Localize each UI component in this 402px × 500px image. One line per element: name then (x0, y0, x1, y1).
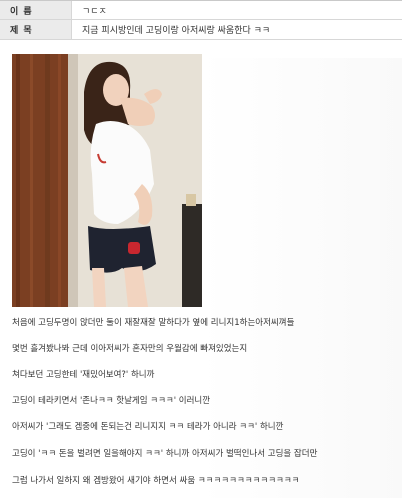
post-photo (12, 54, 202, 307)
post-header: 이 름 ㄱㄷㅈ 제 목 지금 피시방인데 고딩이랑 아저씨랑 싸움한다 ㅋㅋ (0, 0, 402, 40)
subject-row: 제 목 지금 피시방인데 고딩이랑 아저씨랑 싸움한다 ㅋㅋ (0, 20, 402, 40)
photo-of-woman-icon (12, 54, 202, 307)
body-line: 고딩이 테라키면서 '존나ㅋㅋ 핫날게임 ㅋㅋㅋ' 이러니깐 (12, 396, 211, 406)
author-name: ㄱㄷㅈ (82, 6, 107, 17)
author-label: 이 름 (0, 1, 72, 19)
subject-label: 제 목 (0, 20, 72, 39)
body-line: 아저씨가 '그래도 겜중에 돈되는건 리니지지 ㅋㅋ 테라가 아니라 ㅋㅋ' 하… (12, 422, 284, 432)
post-title: 지금 피시방인데 고딩이랑 아저씨랑 싸움한다 ㅋㅋ (82, 26, 271, 36)
body-line: 고딩이 'ㅋㅋ 돈을 벌려면 일을해야지 ㅋㅋ' 하니까 아저씨가 벌떡인나서 … (12, 449, 318, 459)
body-line: 처음에 고딩두명이 앉더만 둘이 재잘재잘 말하다가 옆에 리니지1하는아저씨껴… (12, 318, 295, 328)
body-line: 몇번 흘겨봤나봐 근데 이아저씨가 혼자만의 우월감에 빠져있었는지 (12, 344, 248, 354)
body-line: 쳐다보던 고딩한테 '재밌어보여?' 하니까 (12, 370, 155, 380)
right-fade (200, 58, 402, 498)
author-row: 이 름 ㄱㄷㅈ (0, 1, 402, 20)
body-line: 그럼 나가서 일하지 왜 겜방왔어 새기야 하면서 싸움 ㅋㅋㅋㅋㅋㅋㅋㅋㅋㅋㅋ… (12, 476, 300, 486)
